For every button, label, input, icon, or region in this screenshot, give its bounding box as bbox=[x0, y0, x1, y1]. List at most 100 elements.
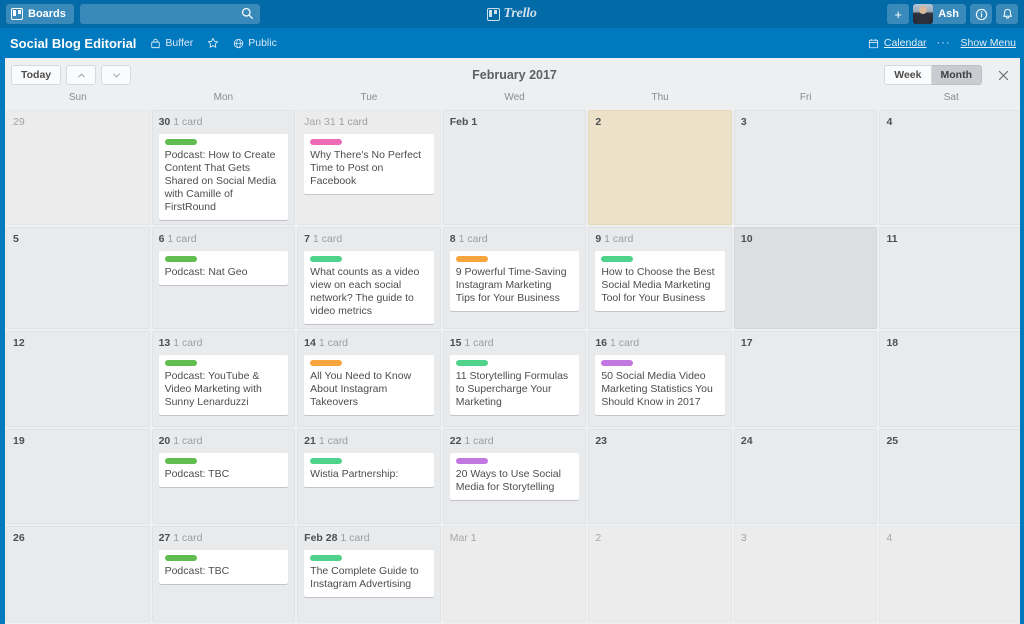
calendar-day-cell[interactable]: 18 bbox=[879, 331, 1023, 427]
calendar-day-cell[interactable]: 151 card11 Storytelling Formulas to Supe… bbox=[443, 331, 587, 427]
board-header: Social Blog Editorial Buffer Public bbox=[0, 28, 1024, 58]
calendar-day-cell[interactable]: Jan 311 cardWhy There's No Perfect Time … bbox=[297, 110, 441, 225]
card-label-green[interactable] bbox=[165, 458, 197, 464]
card-label-mint[interactable] bbox=[310, 555, 342, 561]
day-number: 20 bbox=[159, 435, 171, 447]
calendar-week-row: 29 301 cardPodcast: How to Create Content… bbox=[5, 110, 1024, 227]
calendar-day-cell[interactable]: 26 bbox=[6, 526, 150, 622]
day-number: 4 bbox=[886, 532, 892, 544]
card-label-mint[interactable] bbox=[456, 360, 488, 366]
card-label-pink[interactable] bbox=[310, 139, 342, 145]
calendar-card[interactable]: 50 Social Media Video Marketing Statisti… bbox=[595, 355, 725, 415]
month-view-button[interactable]: Month bbox=[932, 65, 983, 85]
card-label-mint[interactable] bbox=[310, 458, 342, 464]
calendar-day-cell[interactable]: 271 cardPodcast: TBC bbox=[152, 526, 296, 622]
day-number: 22 bbox=[450, 435, 462, 447]
calendar-day-cell[interactable]: 3 bbox=[734, 110, 878, 225]
card-label-purple[interactable] bbox=[601, 360, 633, 366]
more-options-icon[interactable]: ··· bbox=[937, 37, 951, 49]
weekday-fri: Fri bbox=[733, 92, 879, 110]
calendar-card[interactable]: 20 Ways to Use Social Media for Storytel… bbox=[450, 453, 580, 500]
calendar-day-cell[interactable]: 61 cardPodcast: Nat Geo bbox=[152, 227, 296, 329]
card-label-green[interactable] bbox=[165, 360, 197, 366]
calendar-card[interactable]: Podcast: YouTube & Video Marketing with … bbox=[159, 355, 289, 415]
card-label-green[interactable] bbox=[165, 139, 197, 145]
calendar-day-cell[interactable]: 301 cardPodcast: How to Create Content T… bbox=[152, 110, 296, 225]
calendar-day-cell[interactable]: 91 cardHow to Choose the Best Social Med… bbox=[588, 227, 732, 329]
day-header: 29 bbox=[13, 116, 143, 129]
board-team[interactable]: Buffer bbox=[150, 37, 193, 49]
board-visibility[interactable]: Public bbox=[233, 37, 277, 49]
calendar-day-cell[interactable]: 23 bbox=[588, 429, 732, 525]
show-menu-link[interactable]: Show Menu bbox=[961, 37, 1016, 49]
day-number: 15 bbox=[450, 337, 462, 349]
card-label-green[interactable] bbox=[165, 256, 197, 262]
calendar-day-cell[interactable]: 201 cardPodcast: TBC bbox=[152, 429, 296, 525]
calendar-day-cell[interactable]: 29 bbox=[6, 110, 150, 225]
card-label-purple[interactable] bbox=[456, 458, 488, 464]
search-input[interactable] bbox=[80, 4, 260, 24]
day-header: 211 card bbox=[304, 435, 434, 448]
day-card-count: 1 card bbox=[319, 435, 348, 447]
calendar-day-cell[interactable]: 2 bbox=[588, 526, 732, 622]
calendar-card[interactable]: Podcast: TBC bbox=[159, 453, 289, 487]
calendar-card[interactable]: 11 Storytelling Formulas to Supercharge … bbox=[450, 355, 580, 415]
close-calendar-button[interactable] bbox=[990, 64, 1016, 86]
calendar-card[interactable]: How to Choose the Best Social Media Mark… bbox=[595, 251, 725, 311]
prev-month-button[interactable] bbox=[66, 65, 96, 85]
card-label-mint[interactable] bbox=[601, 256, 633, 262]
calendar-day-cell[interactable]: 81 card9 Powerful Time-Saving Instagram … bbox=[443, 227, 587, 329]
calendar-day-cell[interactable]: 221 card20 Ways to Use Social Media for … bbox=[443, 429, 587, 525]
calendar-card[interactable]: Podcast: TBC bbox=[159, 550, 289, 584]
calendar-day-cell[interactable]: Feb 281 cardThe Complete Guide to Instag… bbox=[297, 526, 441, 622]
info-button[interactable] bbox=[970, 4, 992, 24]
calendar-card[interactable]: 9 Powerful Time-Saving Instagram Marketi… bbox=[450, 251, 580, 311]
calendar-day-cell[interactable]: 24 bbox=[734, 429, 878, 525]
calendar-card[interactable]: All You Need to Know About Instagram Tak… bbox=[304, 355, 434, 415]
search-box[interactable] bbox=[80, 4, 260, 24]
calendar-day-cell[interactable]: 5 bbox=[6, 227, 150, 329]
calendar-day-cell[interactable]: 71 cardWhat counts as a video view on ea… bbox=[297, 227, 441, 329]
calendar-day-cell[interactable]: 141 cardAll You Need to Know About Insta… bbox=[297, 331, 441, 427]
calendar-card[interactable]: The Complete Guide to Instagram Advertis… bbox=[304, 550, 434, 597]
card-label-orange[interactable] bbox=[456, 256, 488, 262]
week-view-button[interactable]: Week bbox=[884, 65, 931, 85]
card-label-orange[interactable] bbox=[310, 360, 342, 366]
calendar-view-link[interactable]: Calendar bbox=[868, 37, 927, 49]
calendar-card[interactable]: Wistia Partnership: bbox=[304, 453, 434, 487]
day-number: 16 bbox=[595, 337, 607, 349]
notifications-button[interactable] bbox=[996, 4, 1018, 24]
calendar-day-cell[interactable]: 211 card Wistia Partnership: bbox=[297, 429, 441, 525]
calendar-day-cell[interactable]: 19 bbox=[6, 429, 150, 525]
today-button[interactable]: Today bbox=[11, 65, 61, 85]
calendar-day-cell[interactable]: 12 bbox=[6, 331, 150, 427]
next-month-button[interactable] bbox=[101, 65, 131, 85]
calendar-day-cell[interactable]: 25 bbox=[879, 429, 1023, 525]
calendar-day-cell[interactable]: 17 bbox=[734, 331, 878, 427]
calendar-day-cell[interactable]: 161 card50 Social Media Video Marketing … bbox=[588, 331, 732, 427]
calendar-grid: 29 301 cardPodcast: How to Create Content… bbox=[5, 110, 1024, 624]
calendar-day-cell[interactable]: 4 bbox=[879, 526, 1023, 622]
card-label-mint[interactable] bbox=[310, 256, 342, 262]
calendar-day-cell[interactable]: 4 bbox=[879, 110, 1023, 225]
calendar-day-cell[interactable]: 3 bbox=[734, 526, 878, 622]
calendar-day-cell[interactable]: 10 bbox=[734, 227, 878, 329]
calendar-card[interactable]: Podcast: How to Create Content That Gets… bbox=[159, 134, 289, 220]
member-menu[interactable]: Ash bbox=[913, 4, 966, 24]
boards-button[interactable]: Boards bbox=[6, 4, 74, 24]
calendar-day-cell[interactable]: 131 cardPodcast: YouTube & Video Marketi… bbox=[152, 331, 296, 427]
add-button[interactable]: + bbox=[887, 4, 909, 24]
top-bar-right: + Ash bbox=[887, 0, 1018, 28]
calendar-day-cell[interactable]: Mar 1 bbox=[443, 526, 587, 622]
calendar-day-cell[interactable]: Feb 1 bbox=[443, 110, 587, 225]
calendar-day-cell[interactable]: 11 bbox=[879, 227, 1023, 329]
day-header: 24 bbox=[741, 435, 871, 448]
day-number: Jan 31 bbox=[304, 116, 336, 128]
board-star[interactable] bbox=[207, 37, 219, 49]
day-header: 4 bbox=[886, 116, 1016, 129]
calendar-card[interactable]: Why There's No Perfect Time to Post on F… bbox=[304, 134, 434, 194]
card-label-green[interactable] bbox=[165, 555, 197, 561]
calendar-day-cell[interactable]: 2 bbox=[588, 110, 732, 225]
calendar-card[interactable]: What counts as a video view on each soci… bbox=[304, 251, 434, 324]
calendar-card[interactable]: Podcast: Nat Geo bbox=[159, 251, 289, 285]
